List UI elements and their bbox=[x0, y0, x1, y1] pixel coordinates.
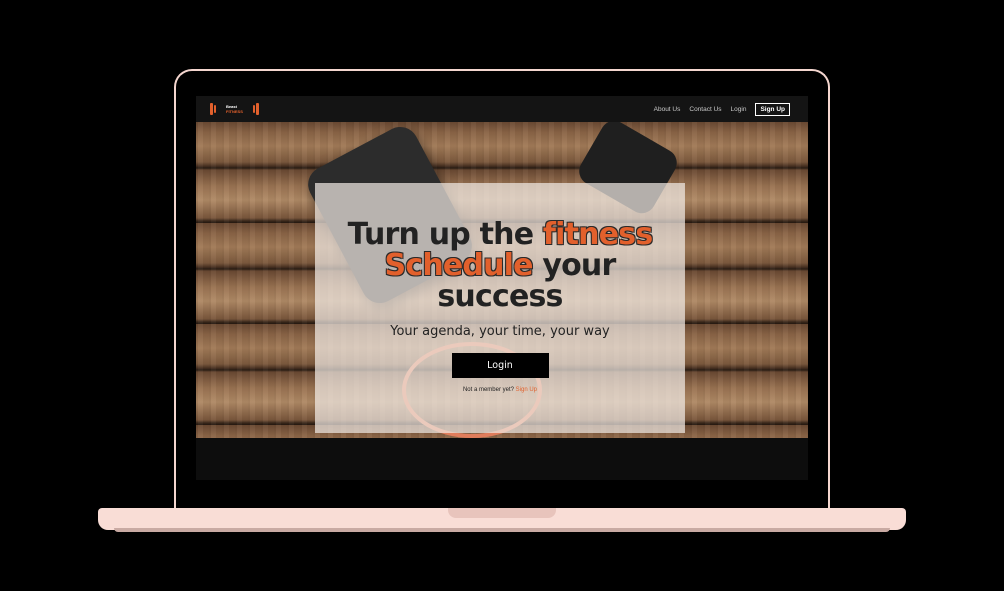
hero-subline: Your agenda, your time, your way bbox=[390, 324, 610, 339]
top-nav: Beast FITNESS About Us Contact Us Login … bbox=[196, 96, 808, 122]
hero-headline: Turn up the fitness Schedule your succes… bbox=[315, 219, 685, 312]
nav-about-us-link[interactable]: About Us bbox=[654, 106, 681, 113]
member-prompt-line: Not a member yet? Sign Up bbox=[315, 387, 685, 393]
member-signup-link[interactable]: Sign Up bbox=[516, 387, 537, 393]
hero-section: Turn up the fitness Schedule your succes… bbox=[196, 115, 808, 438]
hero-card: Turn up the fitness Schedule your succes… bbox=[315, 183, 685, 433]
dumbbell-right-icon bbox=[252, 103, 259, 115]
nav-links: About Us Contact Us Login Sign Up bbox=[654, 102, 790, 116]
stage: Beast FITNESS About Us Contact Us Login … bbox=[0, 0, 1004, 591]
headline-part-2: your bbox=[532, 248, 616, 283]
logo-line-2: FITNESS bbox=[226, 109, 243, 114]
headline-part-1: Turn up the bbox=[347, 217, 543, 252]
nav-signup-button[interactable]: Sign Up bbox=[755, 102, 790, 116]
nav-login-link[interactable]: Login bbox=[731, 106, 747, 113]
headline-accent-fitness: fitness bbox=[542, 217, 653, 252]
hero-login-button[interactable]: Login bbox=[451, 353, 549, 378]
brand-logo[interactable]: Beast FITNESS bbox=[210, 103, 259, 115]
logo-wordmark: Beast FITNESS bbox=[226, 104, 243, 114]
headline-part-3: success bbox=[437, 279, 563, 314]
laptop-notch bbox=[448, 508, 556, 518]
dumbbell-left-icon bbox=[210, 103, 216, 115]
nav-contact-us-link[interactable]: Contact Us bbox=[689, 106, 721, 113]
headline-accent-schedule: Schedule bbox=[384, 248, 534, 283]
member-prompt: Not a member yet? bbox=[462, 387, 514, 393]
lower-section bbox=[196, 438, 808, 480]
laptop-screen: Beast FITNESS About Us Contact Us Login … bbox=[196, 96, 808, 480]
laptop-base-shadow bbox=[114, 528, 890, 532]
